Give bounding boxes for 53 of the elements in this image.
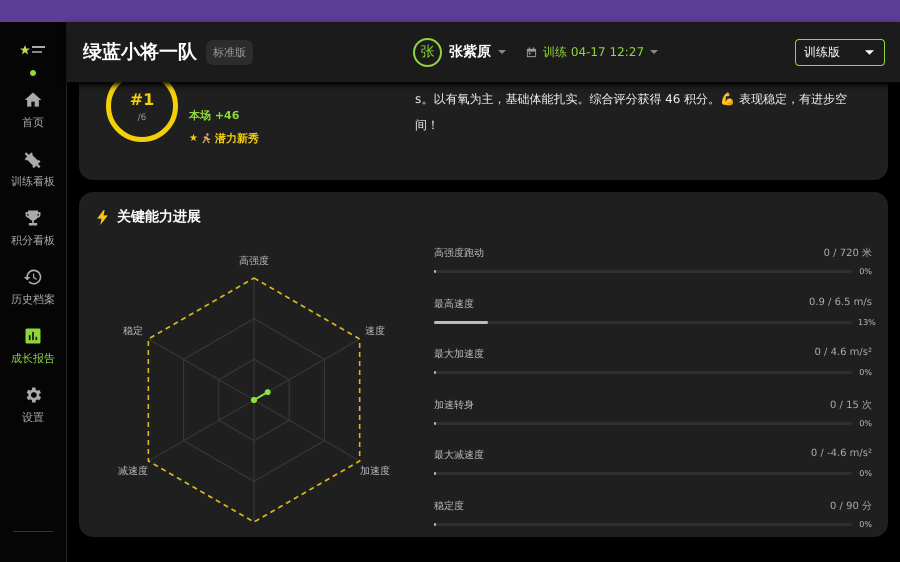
metric-name: 最大加速度 — [434, 348, 484, 361]
caret-icon — [650, 50, 658, 54]
radar-axis-label: 速度 — [365, 326, 386, 337]
metric-reading: 0 / 4.6 m/s² — [814, 347, 872, 360]
match-points: 本场 +46 — [189, 108, 240, 123]
team-name: 绿蓝小将一队 — [83, 40, 197, 65]
metric-reading: 0 / -4.6 m/s² — [810, 448, 872, 461]
badge-title: 潜力新秀 — [214, 131, 259, 146]
metric-percent: 0% — [858, 520, 872, 528]
player-picker[interactable]: 张 张紫原 — [413, 38, 506, 66]
metric-reading: 0 / 720 米 — [824, 246, 872, 260]
mode-select[interactable]: 训练版 — [795, 38, 885, 66]
metric-reading: 0 / 90 分 — [830, 500, 872, 512]
rank-text: #1 — [130, 90, 154, 108]
session-picker[interactable]: 训练 04-17 12:27 — [526, 44, 658, 60]
radar-axis-label: 高强度 — [239, 256, 269, 267]
metric-percent: 0% — [858, 418, 872, 428]
nav-item[interactable]: 成长报告 — [11, 326, 55, 385]
metric-percent: 0% — [858, 267, 872, 276]
summary-comment: s。以有氧为主，基础体能扎实。综合评分获得 46 积分。💪 表现稳定，有进步空间！ — [415, 91, 848, 134]
caret-icon — [865, 50, 874, 54]
lightning-icon — [97, 210, 108, 224]
card-title: 关键能力进展 — [117, 208, 201, 226]
calendar-icon — [526, 46, 537, 58]
metric-percent: 0% — [858, 368, 872, 377]
status-dot-icon — [30, 70, 36, 76]
history-icon — [23, 267, 43, 287]
nav-item[interactable]: 设置 — [22, 385, 44, 444]
nav-item[interactable]: 积分看板 — [11, 208, 55, 267]
nav-item[interactable]: 历史档案 — [11, 267, 55, 326]
avatar: 张 — [413, 38, 442, 66]
metric-name: 稳定度 — [434, 500, 464, 512]
radar-axis-label: 加速度 — [360, 466, 390, 477]
metric-name: 最高速度 — [434, 298, 474, 310]
caret-icon — [498, 50, 506, 54]
bar-chart-icon — [23, 326, 43, 346]
rank-total: /6 — [138, 112, 146, 122]
metric-percent: 0% — [858, 469, 872, 478]
metric-reading: 0.9 / 6.5 m/s — [808, 296, 872, 310]
nav-item[interactable]: 训练看板 — [11, 149, 55, 208]
runner-icon — [202, 133, 211, 144]
trophy-icon — [23, 208, 43, 228]
metric-name: 加速转身 — [434, 398, 474, 412]
radar-axis-label: 稳定 — [122, 326, 143, 337]
nav-item[interactable]: 首页 — [22, 90, 44, 149]
star-logo-icon — [20, 44, 46, 56]
metric-reading: 0 / 15 次 — [830, 398, 872, 412]
radar-data-shape — [251, 389, 271, 403]
metric-name: 高强度跑动 — [434, 246, 484, 260]
star-icon: ★ — [189, 133, 198, 144]
metric-name: 最大减速度 — [434, 448, 484, 462]
edition-badge: 标准版 — [206, 40, 253, 64]
radar-axis-label: 减速度 — [118, 466, 148, 477]
